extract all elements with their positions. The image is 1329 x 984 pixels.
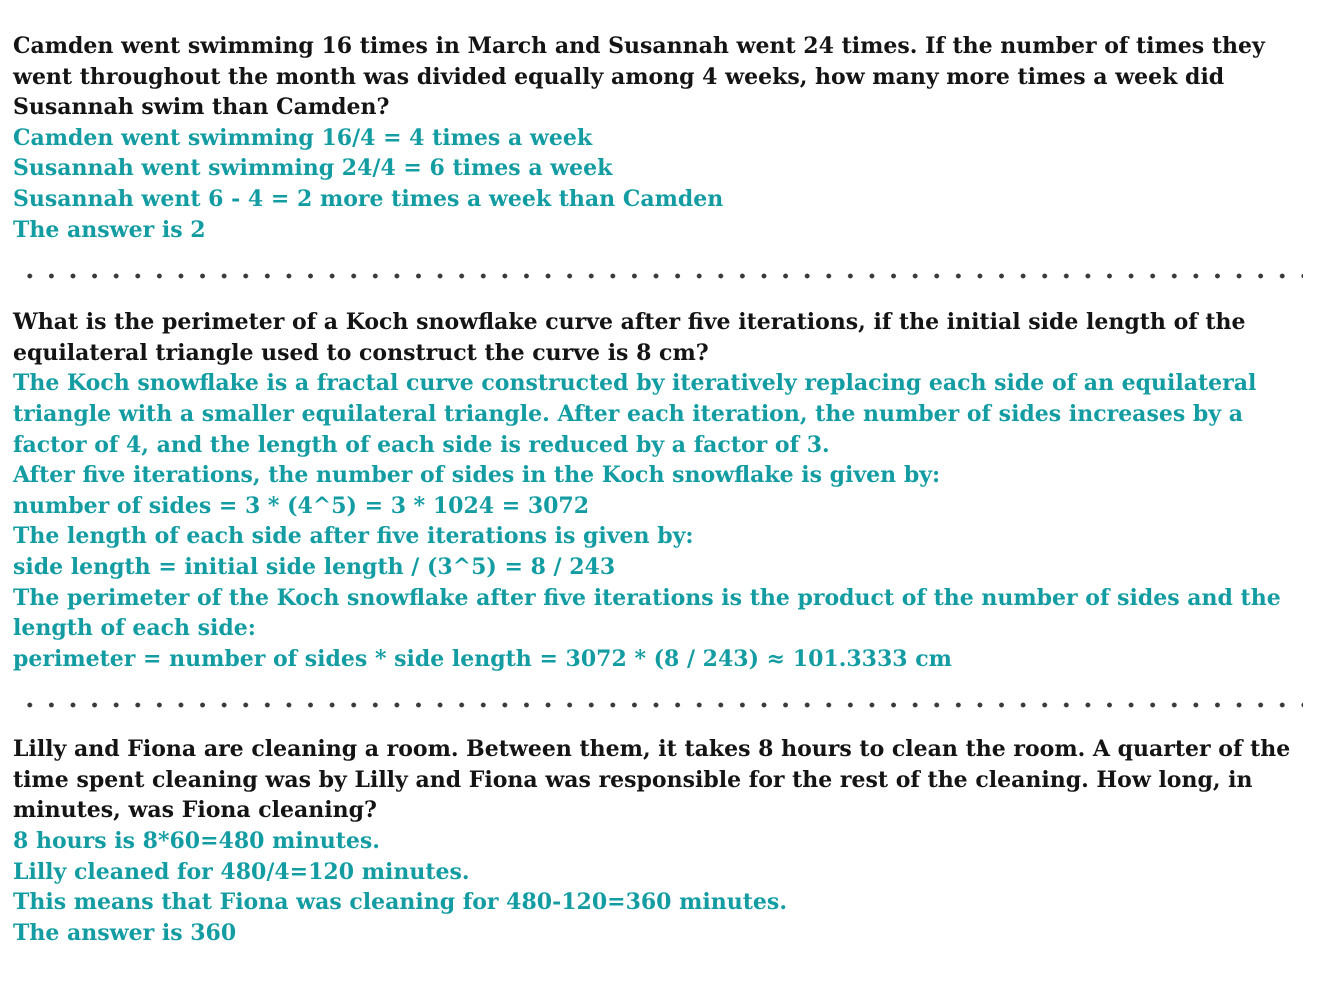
qa-block-1: Camden went swimming 16 times in March a… [13,31,1323,245]
question-text: Lilly and Fiona are cleaning a room. Bet… [13,736,1291,824]
dotted-separator [19,273,1303,280]
answer-line: Susannah went swimming 24/4 = 6 times a … [13,155,613,182]
answer-line: side length = initial side length / (3^5… [13,553,616,580]
question-text: Camden went swimming 16 times in March a… [13,33,1265,121]
answer-line: number of sides = 3 * (4^5) = 3 * 1024 =… [13,492,590,519]
answer-line: The answer is 2 [13,216,206,243]
answer-line: The length of each side after five itera… [13,523,694,550]
answer-line: perimeter = number of sides * side lengt… [13,645,952,672]
answer-line: This means that Fiona was cleaning for 4… [13,889,787,916]
answer-line: Lilly cleaned for 480/4=120 minutes. [13,858,470,885]
qa-block-2: What is the perimeter of a Koch snowflak… [13,307,1323,674]
answer-line: The answer is 360 [13,919,237,946]
answer-line: 8 hours is 8*60=480 minutes. [13,828,380,855]
answer-line: The Koch snowflake is a fractal curve co… [13,370,1257,458]
qa-block-3: Lilly and Fiona are cleaning a room. Bet… [13,734,1323,948]
answer-line: Susannah went 6 - 4 = 2 more times a wee… [13,185,724,212]
answer-line: After five iterations, the number of sid… [13,462,941,489]
answer-line: Camden went swimming 16/4 = 4 times a we… [13,124,593,151]
qa-document: Camden went swimming 16 times in March a… [13,31,1323,948]
answer-line: The perimeter of the Koch snowflake afte… [13,584,1281,642]
dotted-separator [19,702,1303,709]
question-text: What is the perimeter of a Koch snowflak… [13,309,1246,366]
